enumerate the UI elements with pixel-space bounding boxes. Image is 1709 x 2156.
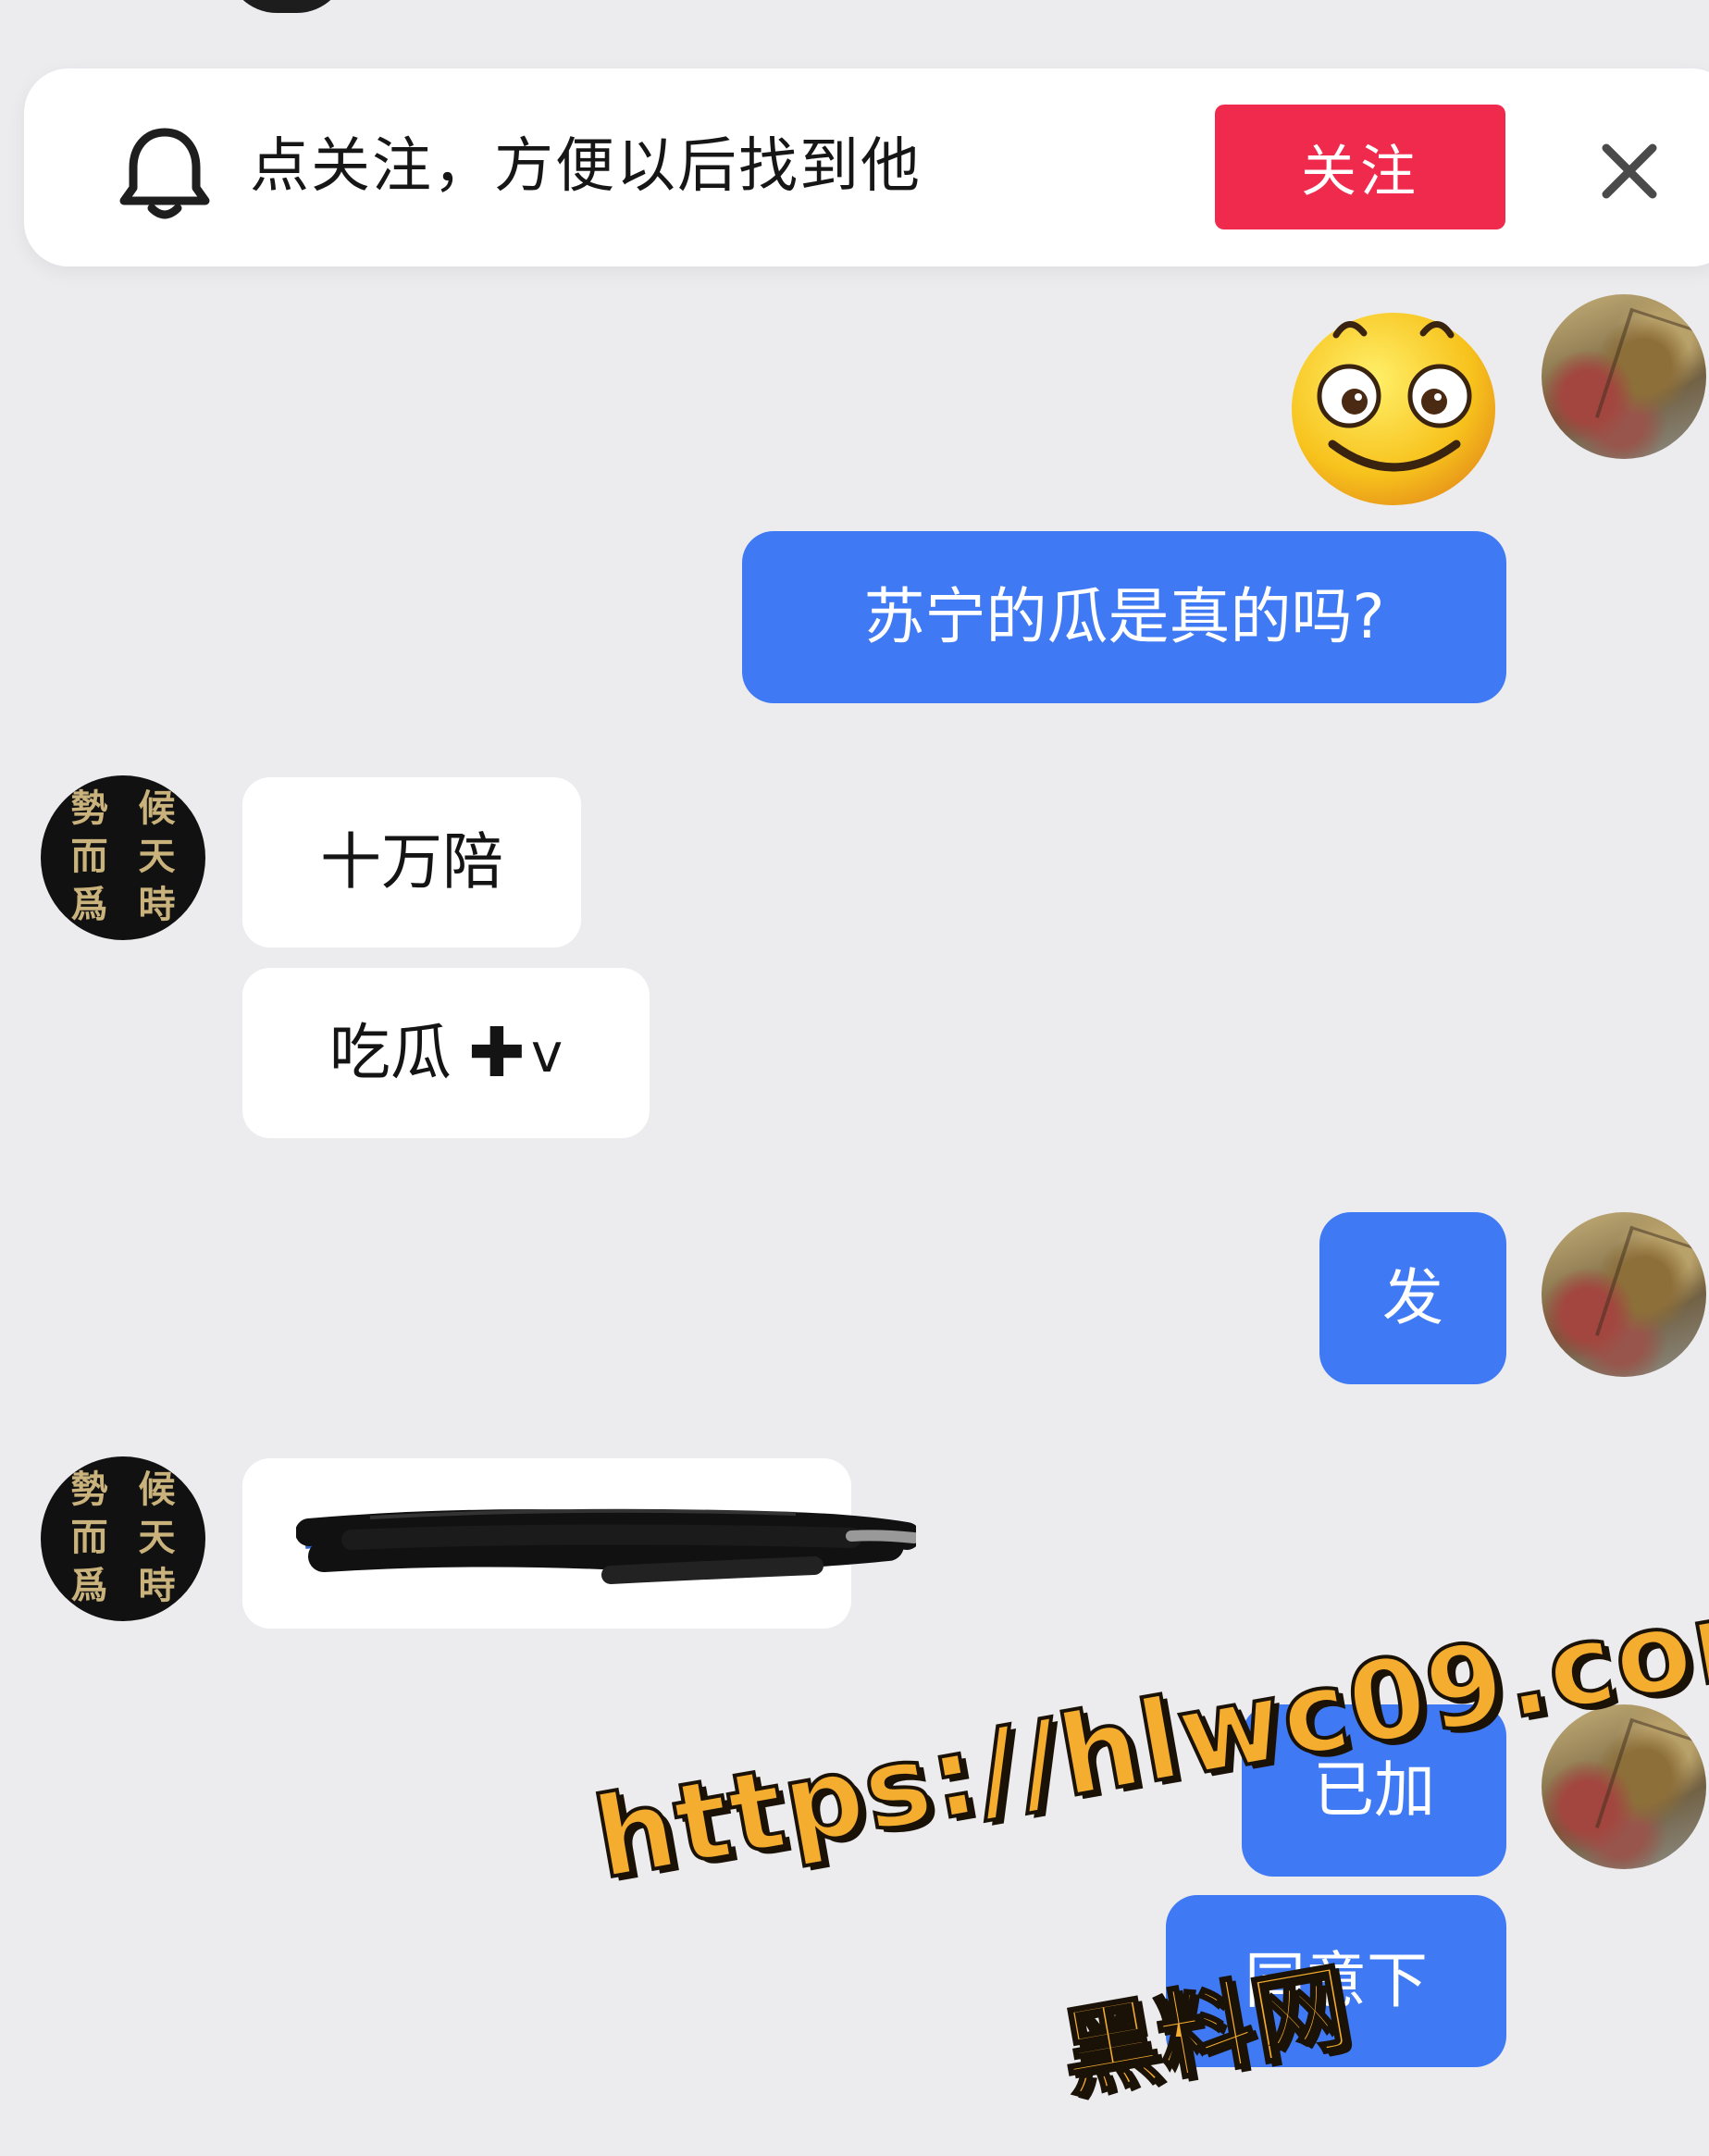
message-bubble-incoming[interactable]: 吃瓜 ✚ v [242, 968, 650, 1138]
watermark: https://hlwc09.com 黑料网 [584, 1562, 1709, 2113]
avatar-char: 時 [138, 883, 176, 926]
plus-icon: ✚ [467, 1013, 526, 1093]
top-avatar-partial [227, 0, 347, 13]
message-text-suffix: v [530, 1022, 563, 1084]
bell-icon [119, 128, 210, 219]
message-bubble-outgoing[interactable]: 发 [1319, 1212, 1506, 1384]
close-icon[interactable] [1597, 139, 1662, 204]
avatar-char: 而 [70, 835, 108, 878]
contact-avatar[interactable]: 勢 候 而 天 爲 時 [41, 1456, 205, 1621]
smiling-emoji [1292, 313, 1495, 505]
message-text: 吃瓜 [328, 1017, 452, 1088]
message-bubble-outgoing[interactable]: 已加 [1242, 1704, 1506, 1877]
follow-banner: 点关注，方便以后找到他 关注 [24, 68, 1709, 266]
message-bubble-incoming[interactable]: 十万陪 [242, 777, 581, 948]
avatar-char: 天 [138, 835, 176, 878]
avatar-char: 爲 [70, 1564, 108, 1607]
avatar-char: 候 [138, 787, 176, 830]
avatar-char: 勢 [70, 1468, 108, 1511]
avatar-char: 而 [70, 1516, 108, 1559]
contact-avatar[interactable]: 勢 候 而 天 爲 時 [41, 775, 205, 940]
message-bubble-outgoing[interactable]: 同意下 [1166, 1895, 1506, 2067]
message-bubble-outgoing[interactable]: 苏宁的瓜是真的吗? [742, 531, 1506, 703]
self-avatar[interactable] [1542, 294, 1706, 459]
avatar-char: 勢 [70, 787, 108, 830]
self-avatar[interactable] [1542, 1704, 1706, 1869]
avatar-char: 候 [138, 1468, 176, 1511]
avatar-char: 爲 [70, 883, 108, 926]
follow-prompt-text: 点关注，方便以后找到他 [250, 132, 922, 201]
avatar-char: 天 [138, 1516, 176, 1559]
self-avatar[interactable] [1542, 1212, 1706, 1377]
follow-button[interactable]: 关注 [1215, 105, 1505, 229]
redaction-scribble [296, 1508, 916, 1584]
avatar-char: 時 [138, 1564, 176, 1607]
